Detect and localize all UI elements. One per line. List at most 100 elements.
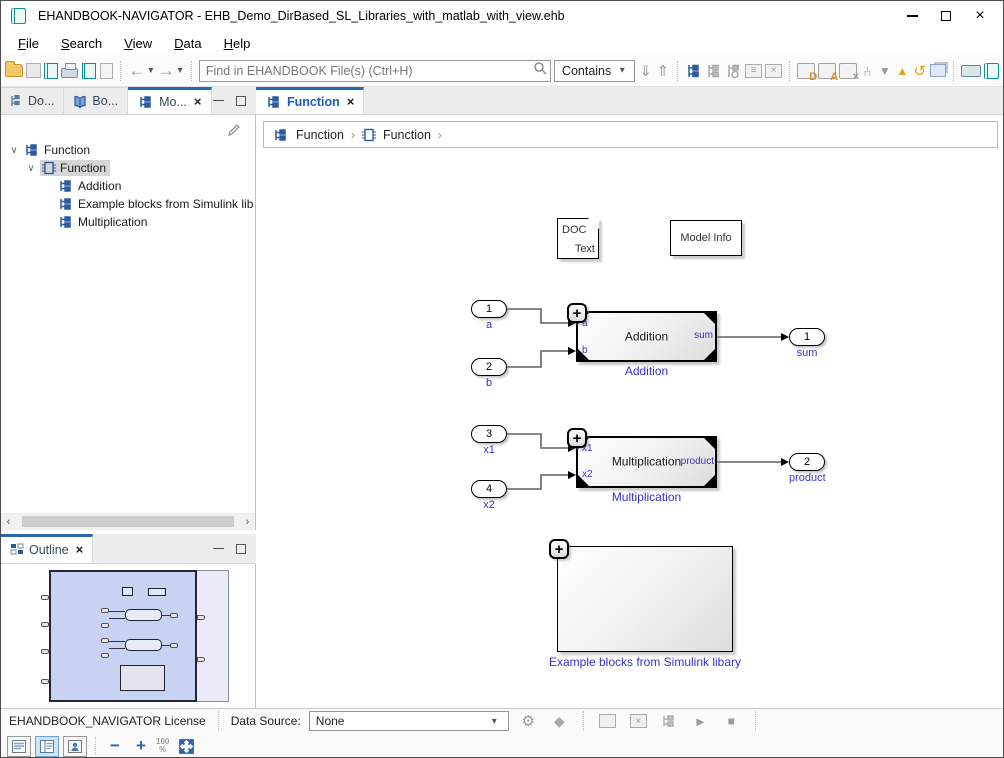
tree-item-function-sub[interactable]: ∨ Function [1, 159, 255, 177]
start-measurement-button[interactable]: ► [689, 710, 712, 733]
export-book-button[interactable] [81, 59, 95, 82]
left-panel-tabstrip: Do... Bo... Mo... × [1, 87, 256, 115]
show-parameter-list-button[interactable]: ≡ [745, 59, 762, 82]
tree-horizontal-scrollbar[interactable]: ‹ › [1, 513, 256, 530]
breadcrumb-item-function[interactable]: Function [296, 128, 344, 142]
tree-item-label: Addition [78, 179, 121, 193]
forward-history-dropdown[interactable]: ▾ [178, 65, 184, 76]
fit-to-view-button[interactable] [173, 735, 199, 758]
tab-outline-label: Outline [29, 543, 69, 557]
scrollbar-thumb[interactable] [22, 516, 234, 527]
scroll-left-icon[interactable]: ‹ [1, 516, 16, 528]
find-previous-button[interactable]: ⇑ [656, 59, 670, 82]
close-button[interactable]: × [963, 3, 997, 29]
data-source-dropdown[interactable]: None ▾ [309, 711, 509, 731]
measurement-model-button[interactable] [658, 710, 681, 733]
keyboard-icon [961, 65, 981, 77]
outport-1[interactable]: 1 [789, 328, 825, 346]
zoom-out-button[interactable]: − [104, 736, 126, 756]
expand-subsystem-button[interactable]: + [567, 428, 587, 448]
ehandbook-info-button[interactable] [984, 59, 999, 82]
multiplication-block[interactable]: x1 x2 product Multiplication [576, 436, 717, 488]
scroll-right-icon[interactable]: › [240, 516, 255, 528]
menu-view[interactable]: View [115, 34, 161, 53]
move-down-button[interactable]: ▼ [878, 59, 892, 82]
zoom-in-button[interactable]: + [130, 736, 152, 756]
breadcrumb-item-function-sub[interactable]: Function [383, 128, 431, 142]
save-button[interactable] [26, 59, 41, 82]
measurement-config-button[interactable] [596, 710, 619, 733]
zoom-100-button[interactable]: 100 % [156, 738, 169, 755]
open-book-button[interactable] [44, 59, 58, 82]
inport-4[interactable]: 4 [471, 480, 507, 498]
outport-2[interactable]: 2 [789, 453, 825, 471]
expand-model-button[interactable] [685, 59, 702, 82]
tab-model[interactable]: Mo... × [128, 87, 211, 114]
measurement-clear-button[interactable]: × [627, 710, 650, 733]
search-input[interactable] [199, 60, 551, 82]
expand-subsystem-button[interactable]: + [567, 303, 587, 323]
inport-1[interactable]: 1 [471, 300, 507, 318]
panel-maximize-icon[interactable] [236, 544, 246, 554]
view-person-button[interactable] [63, 736, 87, 757]
open-folder-icon [5, 64, 23, 77]
stop-measurement-button[interactable]: ■ [720, 710, 743, 733]
hide-labels-button[interactable]: × [839, 59, 857, 82]
navigate-back-button[interactable]: ← [128, 59, 145, 82]
find-next-button[interactable]: ⇓ [638, 59, 652, 82]
tab-book[interactable]: Bo... [64, 87, 128, 114]
chevron-expanded-icon[interactable]: ∨ [9, 145, 19, 156]
open-file-button[interactable] [5, 59, 23, 82]
clear-parameter-list-button[interactable]: × [765, 59, 782, 82]
duplicate-view-button[interactable] [930, 59, 946, 82]
doc-label: DOC [562, 224, 586, 236]
refresh-model-button[interactable] [725, 59, 742, 82]
panel-maximize-icon[interactable] [236, 96, 246, 106]
tree-item-multiplication[interactable]: Multiplication [1, 213, 255, 231]
show-data-labels-button[interactable]: D [797, 59, 815, 82]
tab-outline[interactable]: Outline × [1, 534, 93, 563]
model-info-block[interactable]: Model Info [670, 220, 742, 256]
data-source-settings-button[interactable]: ⚙ [517, 710, 540, 733]
navigate-forward-button[interactable]: → [158, 59, 175, 82]
minimize-button[interactable] [895, 3, 929, 29]
tab-function-close-icon[interactable]: × [347, 94, 355, 109]
addition-block[interactable]: a b sum Addition [576, 311, 717, 362]
tab-outline-close-icon[interactable]: × [76, 542, 84, 557]
view-document-button[interactable] [7, 736, 31, 757]
move-up-button[interactable]: ▲ [895, 59, 909, 82]
edit-pencil-icon[interactable] [226, 123, 241, 143]
export-pdf-button[interactable] [99, 59, 113, 82]
tree-item-function-root[interactable]: ∨ Function [1, 141, 255, 159]
tab-document[interactable]: Do... [1, 87, 64, 114]
search-mode-dropdown[interactable]: Contains ▾ [554, 60, 635, 82]
panel-minimize-icon[interactable] [213, 100, 224, 102]
split-view-button[interactable]: ⑃ [860, 59, 874, 82]
recent-history-button[interactable]: ↺ [913, 59, 927, 82]
tab-function[interactable]: Function × [256, 87, 364, 114]
show-annotation-labels-button[interactable]: A [818, 59, 836, 82]
panel-minimize-icon[interactable] [213, 548, 224, 550]
chevron-expanded-icon[interactable]: ∨ [26, 163, 36, 174]
menu-data[interactable]: Data [165, 34, 210, 53]
tree-item-addition[interactable]: Addition [1, 177, 255, 195]
inport-2[interactable]: 2 [471, 358, 507, 376]
menu-file[interactable]: File [9, 34, 48, 53]
doc-text-block[interactable]: DOC Text [557, 218, 599, 259]
tree-item-example-blocks[interactable]: Example blocks from Simulink lib [1, 195, 255, 213]
inport-3[interactable]: 3 [471, 425, 507, 443]
book-icon [73, 95, 87, 108]
example-blocks-block[interactable] [557, 546, 733, 652]
collapse-model-button[interactable] [705, 59, 722, 82]
tab-model-close-icon[interactable]: × [194, 94, 202, 109]
maximize-button[interactable] [929, 3, 963, 29]
menu-search[interactable]: Search [52, 34, 111, 53]
model-canvas[interactable]: DOC Text Model Info 1 a 2 b a b sum Addi… [256, 149, 1002, 708]
print-button[interactable] [61, 59, 78, 82]
keyboard-shortcuts-button[interactable] [961, 59, 981, 82]
view-split-button[interactable] [35, 736, 59, 757]
data-layers-button[interactable]: ◆ [548, 710, 571, 733]
menu-help[interactable]: Help [215, 34, 260, 53]
back-history-dropdown[interactable]: ▾ [148, 65, 154, 76]
expand-subsystem-button[interactable]: + [549, 539, 569, 559]
